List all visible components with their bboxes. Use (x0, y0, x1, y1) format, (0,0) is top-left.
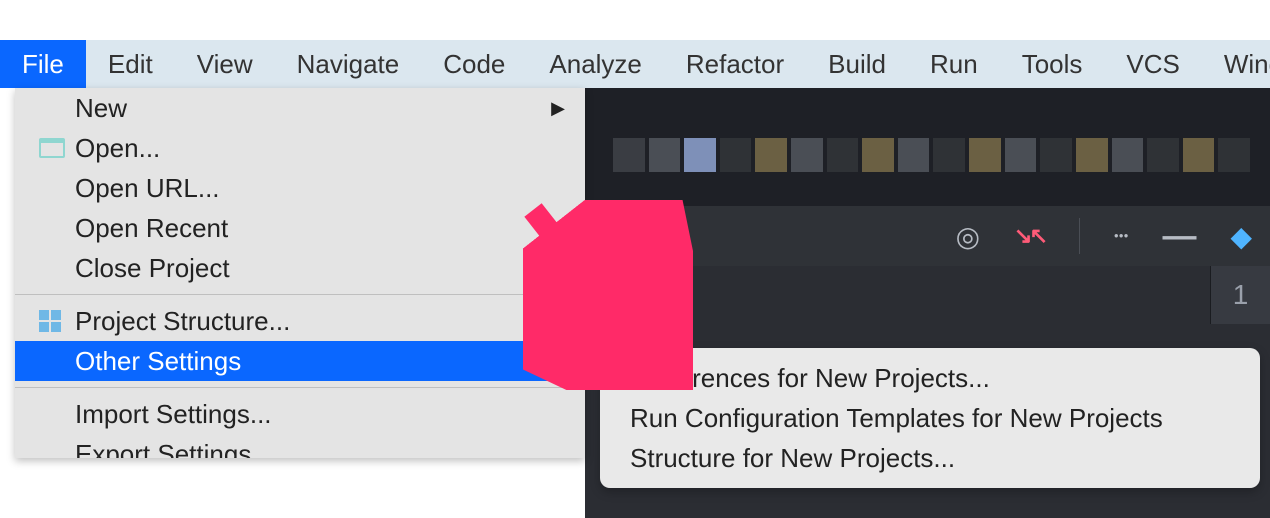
menu-item-label: Open URL... (75, 173, 565, 204)
menu-item-label: Open... (75, 133, 565, 164)
submenu-item-run-templates[interactable]: Run Configuration Templates for New Proj… (600, 398, 1260, 438)
file-dropdown: New ▶ Open... Open URL... Open Recent ▶ … (15, 88, 585, 458)
more-icon[interactable]: ●●● (1114, 233, 1129, 239)
target-icon[interactable]: ◎ (956, 220, 980, 253)
editor-tab-row (585, 88, 1270, 206)
menu-window[interactable]: Window (1202, 40, 1270, 88)
menu-build[interactable]: Build (806, 40, 908, 88)
menu-item-new[interactable]: New ▶ (15, 88, 585, 128)
menu-item-label: Project Structure... (75, 306, 532, 337)
menu-separator (15, 294, 585, 295)
menu-navigate[interactable]: Navigate (275, 40, 422, 88)
collapse-icon[interactable]: ↘↖ (1014, 223, 1045, 249)
menu-code[interactable]: Code (421, 40, 527, 88)
menu-tools[interactable]: Tools (1000, 40, 1105, 88)
cube-icon[interactable]: ◆ (1230, 220, 1252, 253)
menu-view[interactable]: View (175, 40, 275, 88)
menu-file[interactable]: File (0, 40, 86, 88)
menu-item-other-settings[interactable]: Other Settings ▶ (15, 341, 585, 381)
blurred-tabs (613, 138, 1250, 172)
menu-item-label: Export Settings (75, 439, 565, 459)
grid-icon (39, 310, 75, 332)
menu-separator (15, 387, 585, 388)
submenu-item-label: Structure for New Projects... (630, 443, 955, 474)
menu-refactor[interactable]: Refactor (664, 40, 806, 88)
submenu-item-label: Preferences for New Projects... (630, 363, 990, 394)
menu-item-export-settings[interactable]: Export Settings (15, 434, 585, 458)
submenu-item-structure[interactable]: Structure for New Projects... (600, 438, 1260, 478)
main-menubar: File Edit View Navigate Code Analyze Ref… (0, 40, 1270, 88)
toolbar-separator (1079, 218, 1080, 254)
menu-item-label: Close Project (75, 253, 565, 284)
menu-item-label: Other Settings (75, 346, 551, 377)
folder-icon (39, 138, 75, 158)
submenu-arrow-icon: ▶ (551, 98, 565, 119)
menu-item-label: Import Settings... (75, 399, 565, 430)
menu-item-open-url[interactable]: Open URL... (15, 168, 585, 208)
submenu-arrow-icon: ▶ (551, 218, 565, 239)
menu-run[interactable]: Run (908, 40, 1000, 88)
menu-edit[interactable]: Edit (86, 40, 175, 88)
submenu-item-preferences[interactable]: Preferences for New Projects... (600, 358, 1260, 398)
menu-item-import-settings[interactable]: Import Settings... (15, 394, 585, 434)
menu-item-open-recent[interactable]: Open Recent ▶ (15, 208, 585, 248)
menu-item-label: New (75, 93, 551, 124)
menu-shortcut: ⌘; (532, 306, 565, 337)
menu-item-close-project[interactable]: Close Project (15, 248, 585, 288)
minimize-icon[interactable]: — (1162, 217, 1196, 256)
menu-analyze[interactable]: Analyze (527, 40, 664, 88)
line-number-gutter: 1 (1210, 266, 1270, 324)
menu-item-open[interactable]: Open... (15, 128, 585, 168)
editor-toolbar: ◎ ↘↖ ●●● — ◆ (585, 206, 1270, 266)
line-number: 1 (1233, 279, 1249, 311)
submenu-item-label: Run Configuration Templates for New Proj… (630, 403, 1163, 434)
submenu-arrow-icon: ▶ (551, 351, 565, 372)
menu-item-project-structure[interactable]: Project Structure... ⌘; (15, 301, 585, 341)
menu-vcs[interactable]: VCS (1104, 40, 1201, 88)
menu-item-label: Open Recent (75, 213, 551, 244)
other-settings-submenu: Preferences for New Projects... Run Conf… (600, 348, 1260, 488)
